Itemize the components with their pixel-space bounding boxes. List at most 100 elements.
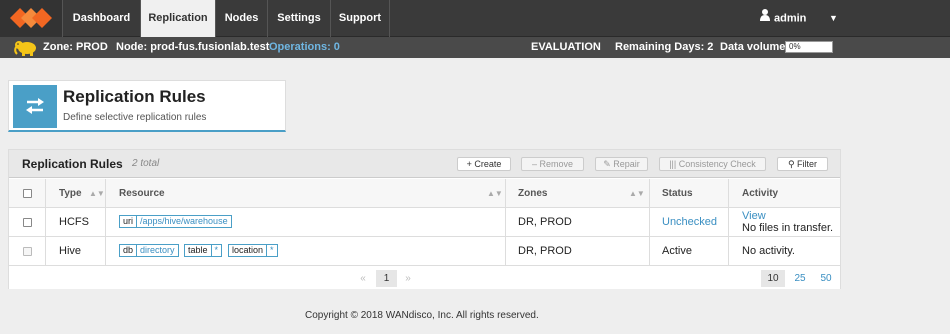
remove-button-label: – Remove — [531, 159, 574, 169]
page-size-50[interactable]: 50 — [814, 270, 838, 287]
replication-rules-panel: Replication Rules 2 total + Create – Rem… — [8, 149, 841, 289]
column-divider — [505, 208, 506, 237]
hadoop-elephant-icon — [14, 39, 38, 59]
column-divider — [505, 237, 506, 266]
tab-settings[interactable]: Settings — [267, 0, 330, 37]
resource-tag: db directory — [119, 244, 179, 257]
column-divider — [649, 237, 650, 266]
rule-activity: No activity. — [742, 245, 795, 257]
column-divider — [45, 237, 46, 266]
row-checkbox[interactable] — [23, 218, 32, 227]
page-size-25[interactable]: 25 — [788, 270, 812, 287]
column-divider — [649, 179, 650, 208]
wrench-icon: ✎ — [603, 159, 611, 169]
tab-nodes[interactable]: Nodes — [215, 0, 267, 37]
user-icon — [760, 0, 770, 37]
create-button-label: + Create — [466, 159, 502, 169]
rule-zones: DR, PROD — [518, 216, 572, 228]
rule-status: Active — [662, 245, 692, 257]
resource-value[interactable]: * — [215, 245, 219, 255]
rule-zones: DR, PROD — [518, 245, 572, 257]
column-divider — [105, 179, 106, 208]
tab-support[interactable]: Support — [330, 0, 390, 37]
resource-tag: table * — [184, 244, 223, 257]
page-header: Replication Rules Define selective repli… — [8, 80, 286, 132]
column-divider — [649, 208, 650, 237]
panel-title: Replication Rules — [22, 157, 123, 171]
column-divider — [728, 237, 729, 266]
sort-icon[interactable]: ▲▼ — [89, 179, 105, 208]
select-all-checkbox[interactable] — [23, 189, 32, 198]
node-label: Node: prod-fus.fusionlab.test — [116, 41, 270, 53]
resource-key: uri — [123, 216, 134, 226]
rule-count: 2 total — [132, 158, 160, 169]
resource-tag: uri/apps/hive/warehouse — [119, 215, 232, 228]
search-icon: ⚲ — [787, 159, 795, 169]
data-volume-value: 0% — [789, 42, 801, 51]
sort-icon[interactable]: ▲▼ — [487, 179, 503, 208]
table-row[interactable]: Hive db directory table * location * DR, PR… — [9, 237, 840, 266]
edition-label: EVALUATION — [531, 41, 601, 53]
filter-button-label: Filter — [797, 159, 818, 169]
column-activity: Activity — [742, 188, 779, 199]
tab-replication[interactable]: Replication — [140, 0, 215, 37]
column-divider — [45, 179, 46, 208]
copyright-footer: Copyright © 2018 WANdisco, Inc. All righ… — [305, 310, 539, 321]
rule-activity: No files in transfer. — [742, 222, 834, 234]
column-divider — [505, 179, 506, 208]
table-header: Type ▲▼ Resource ▲▼ Zones ▲▼ Status Acti… — [9, 179, 840, 208]
table-row[interactable]: HCFS uri/apps/hive/warehouse DR, PROD Un… — [9, 208, 840, 237]
user-menu[interactable]: admin — [760, 0, 806, 37]
resource-value[interactable]: * — [270, 245, 274, 255]
column-divider — [728, 179, 729, 208]
column-resource[interactable]: Resource — [119, 179, 165, 208]
resource-key: db — [123, 245, 134, 255]
page-size-10[interactable]: 10 — [761, 270, 785, 287]
bars-icon: ||| — [669, 159, 677, 169]
consistency-check-button[interactable]: ||| Consistency Check — [659, 157, 766, 171]
column-divider — [45, 208, 46, 237]
status-bar: Zone: PROD Node: prod-fus.fusionlab.test… — [0, 37, 950, 58]
last-page-button[interactable]: » — [399, 270, 417, 287]
activity-view-link[interactable]: View — [742, 210, 766, 222]
current-page[interactable]: 1 — [376, 270, 397, 287]
page-title: Replication Rules — [63, 87, 206, 106]
column-status: Status — [662, 188, 693, 199]
rule-type: HCFS — [59, 216, 89, 228]
replication-arrows-icon — [13, 85, 57, 128]
column-type[interactable]: Type — [59, 179, 82, 208]
column-divider — [105, 208, 106, 237]
sort-icon[interactable]: ▲▼ — [629, 179, 645, 208]
remaining-days: Remaining Days: 2 — [615, 41, 714, 53]
first-page-button[interactable]: « — [354, 270, 372, 287]
resource-value[interactable]: /apps/hive/warehouse — [140, 216, 228, 226]
row-checkbox[interactable] — [23, 247, 32, 256]
repair-button-label: Repair — [613, 159, 640, 169]
rule-status-link[interactable]: Unchecked — [662, 216, 717, 228]
operations-link[interactable]: Operations: 0 — [269, 37, 340, 58]
user-name: admin — [774, 12, 807, 25]
chevron-down-icon[interactable]: ▼ — [829, 0, 838, 37]
column-divider — [728, 208, 729, 237]
column-divider — [105, 237, 106, 266]
data-volume-bar: 0% — [785, 41, 833, 53]
filter-button[interactable]: ⚲ Filter — [777, 157, 828, 171]
resource-tag: location * — [228, 244, 278, 257]
top-navigation: Dashboard Replication Nodes Settings Sup… — [0, 0, 950, 37]
column-zones[interactable]: Zones — [518, 179, 547, 208]
zone-label: Zone: PROD — [43, 41, 108, 53]
create-button[interactable]: + Create — [457, 157, 511, 171]
consistency-check-label: Consistency Check — [678, 159, 756, 169]
repair-button[interactable]: ✎ Repair — [595, 157, 648, 171]
remove-button[interactable]: – Remove — [521, 157, 584, 171]
resource-key: location — [232, 245, 264, 255]
data-volume-label: Data volume: — [720, 41, 790, 53]
page-subtitle: Define selective replication rules — [63, 112, 207, 123]
wandisco-logo[interactable] — [0, 0, 62, 37]
logo-diamonds-icon — [10, 8, 52, 28]
resource-value[interactable]: directory — [140, 245, 175, 255]
panel-header: Replication Rules 2 total + Create – Rem… — [9, 150, 840, 178]
tab-dashboard[interactable]: Dashboard — [62, 0, 140, 37]
rule-type: Hive — [59, 245, 82, 257]
resource-key: table — [188, 245, 208, 255]
